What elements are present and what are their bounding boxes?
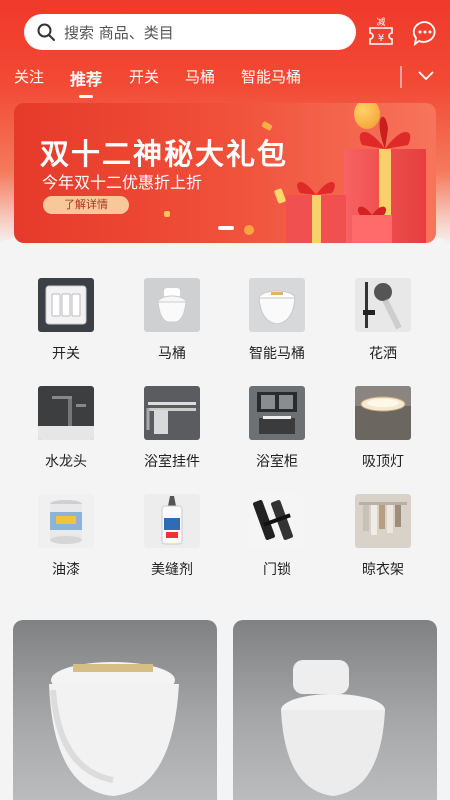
tab-follow[interactable]: 关注 (14, 66, 44, 87)
tab-recommend[interactable]: 推荐 (70, 66, 102, 98)
coupon-badge: 减 (376, 16, 385, 28)
banner-detail-button[interactable]: 了解详情 (43, 196, 129, 214)
towel-rack-icon (144, 386, 200, 440)
ceiling-lamp-icon (355, 386, 411, 440)
category-clothes-rack[interactable]: 晾衣架 (335, 488, 431, 584)
category-smart-toilet[interactable]: 智能马桶 (229, 272, 325, 368)
product-image (49, 662, 179, 796)
banner-subtitle: 今年双十二优惠折上折 (42, 173, 203, 192)
category-label: 晾衣架 (362, 562, 404, 578)
confetti-shape (244, 225, 254, 235)
tab-smart-toilet[interactable]: 智能马桶 (241, 66, 301, 87)
category-bathroom-cabinet[interactable]: 浴室柜 (229, 380, 325, 476)
promo-banner[interactable]: 双十二神秘大礼包 今年双十二优惠折上折 了解详情 (14, 103, 436, 243)
switch-icon (38, 278, 94, 332)
category-label: 浴室挂件 (144, 454, 200, 470)
tab-divider (400, 66, 402, 88)
category-shower[interactable]: 花洒 (335, 272, 431, 368)
category-tabs: 关注 推荐 开关 马桶 智能马桶 (0, 62, 450, 98)
category-door-lock[interactable]: 门锁 (229, 488, 325, 584)
smart-toilet-icon (249, 278, 305, 332)
category-label: 开关 (52, 346, 80, 362)
category-label: 油漆 (52, 562, 80, 578)
category-label: 花洒 (369, 346, 397, 362)
message-icon[interactable] (412, 20, 438, 47)
clothes-rack-icon (355, 494, 411, 548)
category-faucet[interactable]: 水龙头 (18, 380, 114, 476)
category-label: 水龙头 (45, 454, 87, 470)
shower-icon (355, 278, 411, 332)
gift-box-icon (286, 116, 426, 243)
search-row: 搜索 商品、类目 减 ¥ (24, 12, 438, 52)
category-label: 门锁 (263, 562, 291, 578)
search-icon (37, 23, 55, 41)
category-label: 浴室柜 (256, 454, 298, 470)
category-label: 美缝剂 (151, 562, 193, 578)
coupon-icon[interactable]: 减 ¥ (368, 16, 394, 46)
paint-bucket-icon (38, 494, 94, 548)
toilet-icon (144, 278, 200, 332)
tab-switch[interactable]: 开关 (129, 66, 159, 87)
product-feed (0, 620, 450, 800)
category-switch[interactable]: 开关 (18, 272, 114, 368)
bathroom-cabinet-icon (249, 386, 305, 440)
confetti-shape (261, 120, 273, 132)
banner-title: 双十二神秘大礼包 (40, 137, 289, 171)
category-towel-rack[interactable]: 浴室挂件 (124, 380, 220, 476)
coupon-symbol: ¥ (378, 33, 384, 44)
product-card-smart-toilet[interactable] (13, 620, 217, 800)
carousel-indicator (218, 226, 234, 230)
confetti-shape (164, 211, 170, 217)
category-label: 吸顶灯 (362, 454, 404, 470)
search-input[interactable]: 搜索 商品、类目 (24, 14, 356, 50)
chevron-down-icon[interactable] (416, 68, 436, 82)
tab-toilet[interactable]: 马桶 (185, 66, 215, 87)
faucet-icon (38, 386, 94, 440)
category-paint[interactable]: 油漆 (18, 488, 114, 584)
product-image (281, 660, 385, 796)
category-ceiling-lamp[interactable]: 吸顶灯 (335, 380, 431, 476)
category-label: 马桶 (158, 346, 186, 362)
category-grout[interactable]: 美缝剂 (124, 488, 220, 584)
category-label: 智能马桶 (249, 346, 305, 362)
grout-icon (144, 494, 200, 548)
door-lock-icon (249, 494, 305, 548)
search-placeholder: 搜索 商品、类目 (64, 23, 174, 42)
product-card-toilet[interactable] (233, 620, 437, 800)
category-toilet[interactable]: 马桶 (124, 272, 220, 368)
